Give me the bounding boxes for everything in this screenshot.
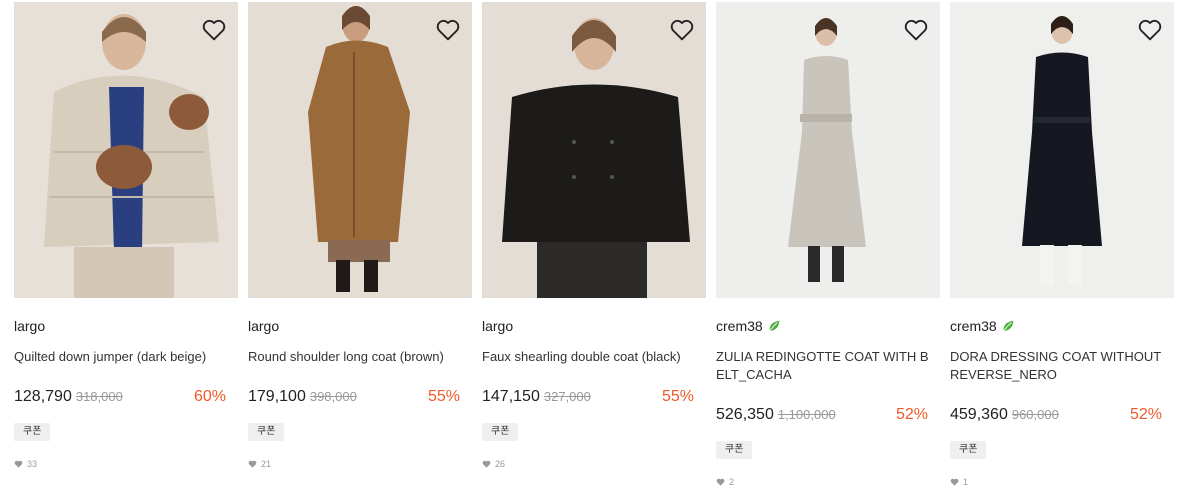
- coupon-badge: 쿠폰: [14, 423, 51, 441]
- price-row: 147,150 327,000 55%: [482, 388, 694, 406]
- product-name[interactable]: DORA DRESSING COAT WITHOUT REVERSE_NERO: [950, 348, 1165, 384]
- coupon-badge: 쿠폰: [716, 441, 753, 459]
- like-count: 21: [248, 459, 271, 469]
- like-count: 1: [950, 477, 968, 487]
- like-count-value: 1: [963, 477, 969, 487]
- wishlist-heart-icon[interactable]: [902, 16, 930, 44]
- product-image[interactable]: [248, 2, 472, 298]
- brand-label: largo: [482, 318, 514, 334]
- like-count-value: 26: [495, 459, 506, 469]
- coupon-badge: 쿠폰: [248, 423, 285, 441]
- brand-label: crem38: [950, 318, 997, 334]
- brand-name[interactable]: largo: [482, 318, 513, 334]
- product-image[interactable]: [950, 2, 1174, 298]
- product-grid: largo Quilted down jumper (dark beige) 1…: [0, 0, 1179, 498]
- like-count: 2: [716, 477, 734, 487]
- heart-filled-icon: [14, 460, 23, 468]
- sale-price: 459,360: [950, 406, 1008, 423]
- sale-price: 147,150: [482, 388, 540, 405]
- brand-name[interactable]: crem38: [950, 318, 1015, 334]
- like-count-value: 33: [27, 459, 38, 469]
- like-count-value: 21: [261, 459, 272, 469]
- product-card[interactable]: largo Quilted down jumper (dark beige) 1…: [14, 0, 238, 498]
- sale-price: 179,100: [248, 388, 306, 405]
- price-row: 179,100 398,000 55%: [248, 388, 460, 406]
- product-card[interactable]: largo Round shoulder long coat (brown) 1…: [248, 0, 472, 498]
- product-image[interactable]: [14, 2, 238, 298]
- product-card[interactable]: crem38 DORA DRESSING COAT WITHOUT REVERS…: [950, 0, 1174, 498]
- heart-filled-icon: [248, 460, 257, 468]
- original-price: 318,000: [75, 389, 123, 404]
- discount-rate: 55%: [661, 388, 694, 405]
- product-name[interactable]: ZULIA REDINGOTTE COAT WITH BELT_CACHA: [716, 348, 931, 384]
- coupon-badge: 쿠폰: [950, 441, 987, 459]
- heart-filled-icon: [482, 460, 491, 468]
- like-count: 26: [482, 459, 505, 469]
- leaf-icon: [1002, 320, 1013, 332]
- original-price: 327,000: [543, 389, 591, 404]
- original-price: 960,000: [1011, 407, 1059, 422]
- product-name[interactable]: Quilted down jumper (dark beige): [14, 348, 229, 366]
- price-row: 459,360 960,000 52%: [950, 406, 1162, 424]
- product-image[interactable]: [482, 2, 706, 298]
- original-price: 1,100,000: [777, 407, 836, 422]
- product-name[interactable]: Faux shearling double coat (black): [482, 348, 697, 366]
- leaf-icon: [768, 320, 779, 332]
- discount-rate: 60%: [193, 388, 226, 405]
- original-price: 398,000: [309, 389, 357, 404]
- brand-label: largo: [248, 318, 280, 334]
- brand-name[interactable]: largo: [248, 318, 279, 334]
- discount-rate: 52%: [895, 406, 928, 423]
- heart-filled-icon: [716, 478, 725, 486]
- brand-name[interactable]: crem38: [716, 318, 781, 334]
- heart-filled-icon: [950, 478, 959, 486]
- like-count: 33: [14, 459, 37, 469]
- coupon-badge: 쿠폰: [482, 423, 519, 441]
- wishlist-heart-icon[interactable]: [434, 16, 462, 44]
- brand-label: crem38: [716, 318, 763, 334]
- price-row: 128,790 318,000 60%: [14, 388, 226, 406]
- like-count-value: 2: [729, 477, 735, 487]
- brand-name[interactable]: largo: [14, 318, 45, 334]
- product-card[interactable]: crem38 ZULIA REDINGOTTE COAT WITH BELT_C…: [716, 0, 940, 498]
- product-card[interactable]: largo Faux shearling double coat (black)…: [482, 0, 706, 498]
- wishlist-heart-icon[interactable]: [668, 16, 696, 44]
- product-name[interactable]: Round shoulder long coat (brown): [248, 348, 463, 366]
- product-image[interactable]: [716, 2, 940, 298]
- sale-price: 128,790: [14, 388, 72, 405]
- brand-label: largo: [14, 318, 46, 334]
- sale-price: 526,350: [716, 406, 774, 423]
- wishlist-heart-icon[interactable]: [1136, 16, 1164, 44]
- discount-rate: 55%: [427, 388, 460, 405]
- wishlist-heart-icon[interactable]: [200, 16, 228, 44]
- price-row: 526,350 1,100,000 52%: [716, 406, 928, 424]
- discount-rate: 52%: [1129, 406, 1162, 423]
